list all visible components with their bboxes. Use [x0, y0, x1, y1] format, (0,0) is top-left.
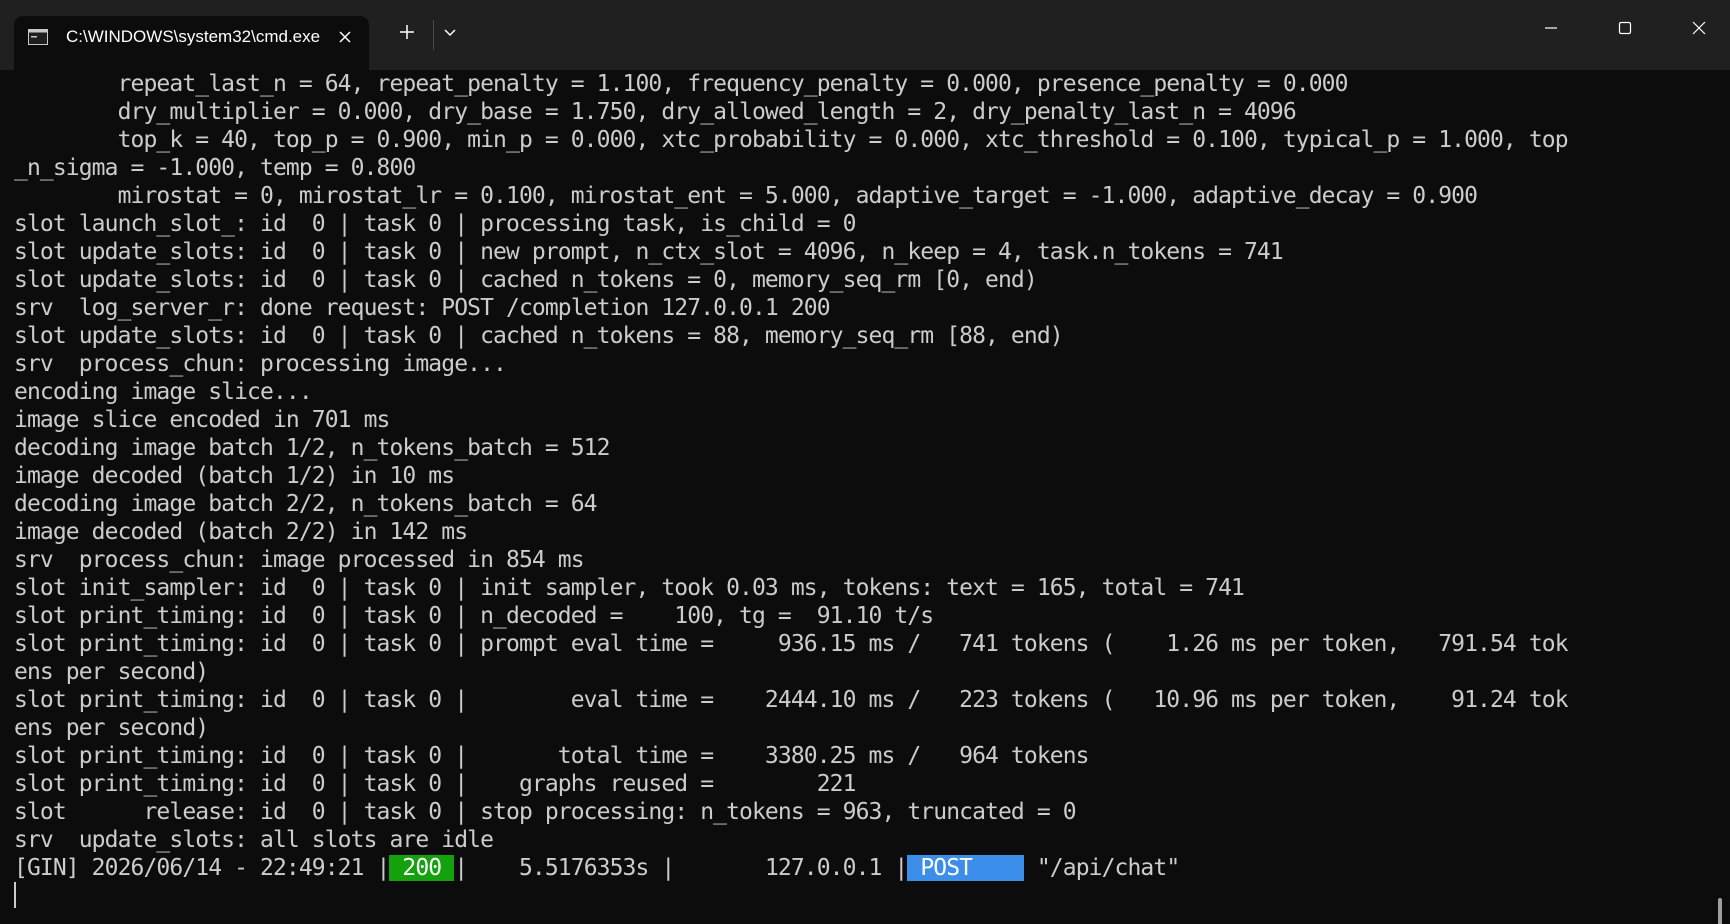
terminal-line: image decoded (batch 1/2) in 10 ms — [14, 463, 455, 489]
minimize-button[interactable] — [1528, 8, 1574, 52]
terminal-icon — [28, 29, 48, 45]
terminal-line: srv update_slots: all slots are idle — [14, 827, 494, 853]
terminal-line: image decoded (batch 2/2) in 142 ms — [14, 519, 468, 545]
terminal-output[interactable]: repeat_last_n = 64, repeat_penalty = 1.1… — [0, 70, 1730, 924]
terminal-line: slot launch_slot_: id 0 | task 0 | proce… — [14, 211, 856, 237]
terminal-line: ens per second) — [14, 715, 209, 741]
terminal-line: slot update_slots: id 0 | task 0 | new p… — [14, 239, 1284, 265]
terminal-line: srv log_server_r: done request: POST /co… — [14, 295, 831, 321]
terminal-line: mirostat = 0, mirostat_lr = 0.100, miros… — [14, 183, 1478, 209]
maximize-button[interactable] — [1602, 8, 1648, 52]
terminal-line: dry_multiplier = 0.000, dry_base = 1.750… — [14, 99, 1297, 125]
terminal-line: _n_sigma = -1.000, temp = 0.800 — [14, 155, 416, 181]
terminal-line: slot init_sampler: id 0 | task 0 | init … — [14, 575, 1245, 601]
minimize-icon — [1543, 20, 1559, 41]
terminal-line: slot release: id 0 | task 0 | stop proce… — [14, 799, 1077, 825]
window-close-button[interactable] — [1676, 8, 1722, 52]
terminal-window: C:\WINDOWS\system32\cmd.exe repeat_last_… — [0, 0, 1730, 924]
tab-cmd[interactable]: C:\WINDOWS\system32\cmd.exe — [14, 16, 369, 70]
terminal-line: slot update_slots: id 0 | task 0 | cache… — [14, 267, 1038, 293]
new-tab-button[interactable] — [384, 12, 430, 56]
terminal-line: decoding image batch 1/2, n_tokens_batch… — [14, 435, 610, 461]
terminal-line: slot print_timing: id 0 | task 0 | eval … — [14, 687, 1569, 713]
terminal-line: image slice encoded in 701 ms — [14, 407, 390, 433]
plus-icon — [398, 23, 416, 46]
tab-dropdown-button[interactable] — [428, 12, 472, 56]
text-cursor — [14, 882, 16, 908]
chevron-down-icon — [442, 24, 458, 45]
gin-prefix: [GIN] 2026/06/14 - 22:49:21 | — [14, 855, 390, 881]
terminal-line: slot print_timing: id 0 | task 0 | promp… — [14, 631, 1569, 657]
title-bar[interactable]: C:\WINDOWS\system32\cmd.exe — [0, 0, 1730, 70]
terminal-line: top_k = 40, top_p = 0.900, min_p = 0.000… — [14, 127, 1569, 153]
terminal-line: decoding image batch 2/2, n_tokens_batch… — [14, 491, 598, 517]
terminal-line: slot print_timing: id 0 | task 0 | graph… — [14, 771, 856, 797]
terminal-line: slot update_slots: id 0 | task 0 | cache… — [14, 323, 1064, 349]
terminal-lines: repeat_last_n = 64, repeat_penalty = 1.1… — [14, 70, 1704, 910]
terminal-line: ens per second) — [14, 659, 209, 685]
status-badge: 200 — [389, 855, 455, 881]
tab-title: C:\WINDOWS\system32\cmd.exe — [66, 27, 321, 46]
prompt-line[interactable] — [14, 882, 1704, 910]
gin-log-line: [GIN] 2026/06/14 - 22:49:21 | 200 | 5.51… — [14, 854, 1704, 882]
close-icon — [1691, 20, 1707, 41]
maximize-icon — [1617, 20, 1633, 41]
scrollbar-thumb[interactable] — [1718, 898, 1722, 924]
close-icon[interactable] — [334, 26, 356, 48]
terminal-line: srv process_chun: image processed in 854… — [14, 547, 585, 573]
terminal-line: encoding image slice... — [14, 379, 313, 405]
terminal-line: slot print_timing: id 0 | task 0 | n_dec… — [14, 603, 934, 629]
terminal-line: srv process_chun: processing image... — [14, 351, 507, 377]
gin-path: "/api/chat" — [1023, 855, 1180, 881]
method-badge: POST — [907, 855, 1024, 881]
terminal-line: repeat_last_n = 64, repeat_penalty = 1.1… — [14, 71, 1349, 97]
terminal-line: slot print_timing: id 0 | task 0 | total… — [14, 743, 1090, 769]
gin-middle: | 5.5176353s | 127.0.0.1 | — [454, 855, 908, 881]
